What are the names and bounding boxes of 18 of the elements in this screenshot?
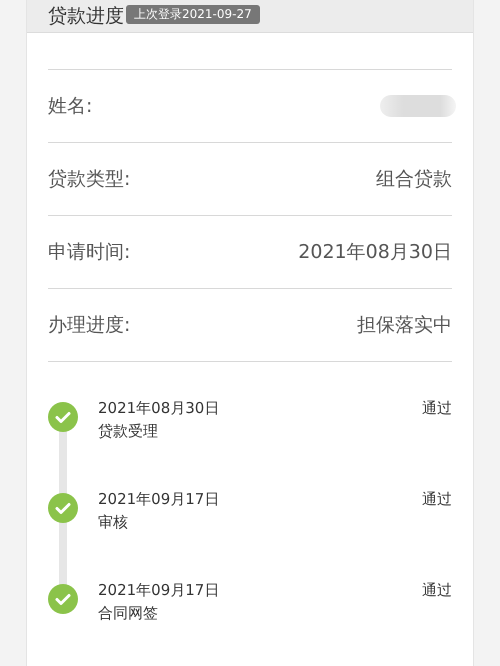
page-title: 贷款进度 [48,5,124,27]
step-status: 通过 [422,581,452,601]
field-value: 2021年08月30日 [298,240,452,265]
step-date: 2021年08月30日 [98,399,220,418]
field-value: 担保落实中 [357,313,452,338]
field-label: 申请时间: [48,240,130,265]
field-label: 贷款类型: [48,167,130,192]
last-login-badge: 上次登录2021-09-27 [126,5,260,24]
step-name: 贷款受理 [98,422,159,441]
field-label: 办理进度: [48,313,130,338]
field-value: 组合贷款 [376,167,452,192]
step-date: 2021年09月17日 [98,581,220,600]
field-label: 姓名: [48,94,92,119]
step-date: 2021年09月17日 [98,490,220,509]
step-status: 通过 [422,490,452,510]
step-status: 通过 [422,399,452,419]
step-name: 审核 [98,513,129,532]
step-name: 合同网签 [98,604,159,623]
